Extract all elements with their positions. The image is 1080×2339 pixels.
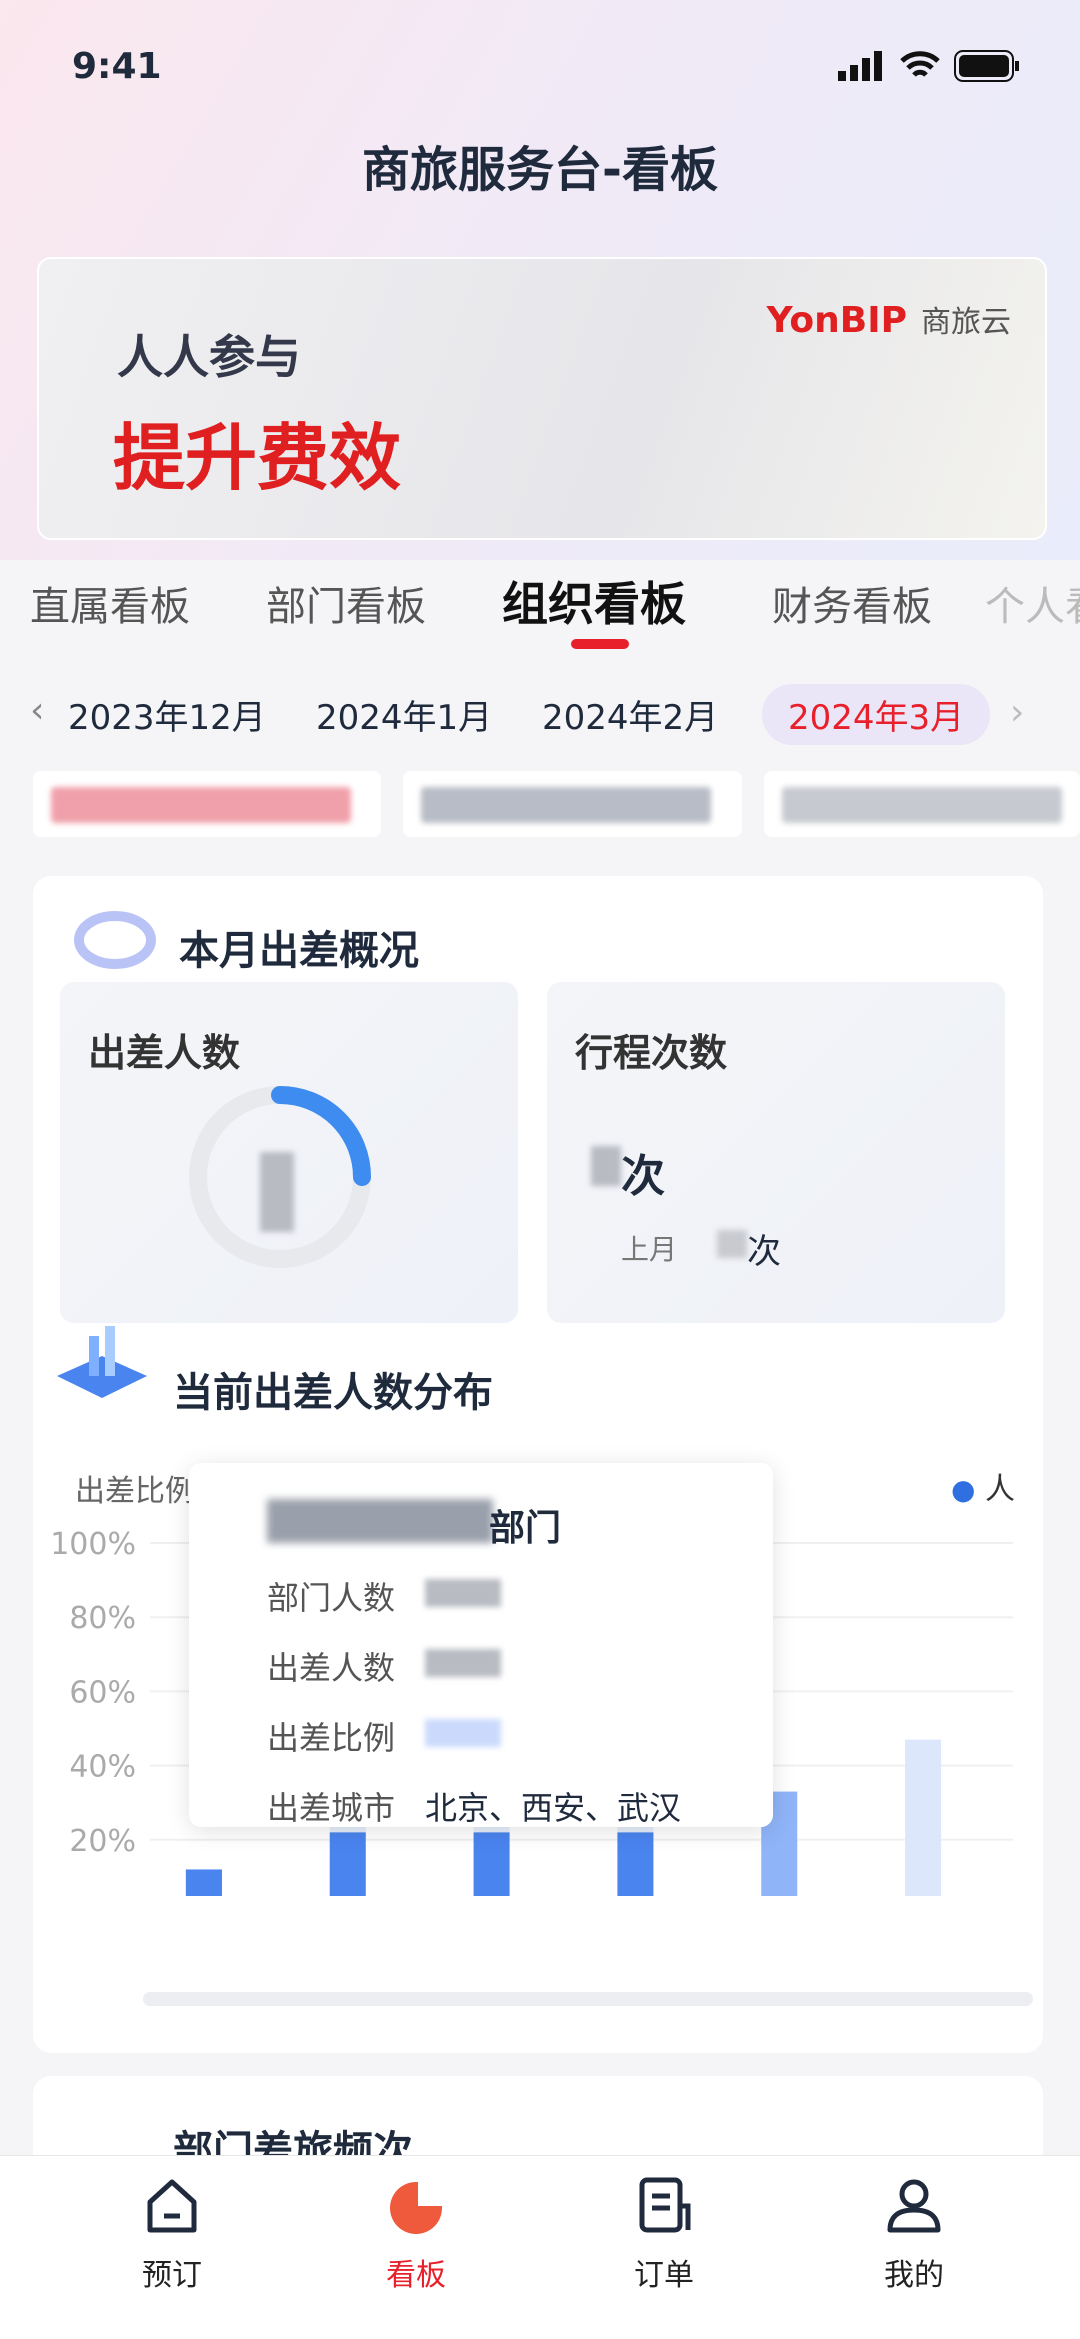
status-icons (838, 50, 1020, 82)
trips-unit: 次 (621, 1151, 665, 1202)
month-2024-01[interactable]: 2024年1月 (316, 690, 492, 739)
filter-chip[interactable] (764, 771, 1080, 837)
brand-logo: YonBIP 商旅云 (766, 300, 1011, 341)
tooltip-title: 部门 (489, 1508, 562, 1549)
distribution-icon (57, 1326, 147, 1398)
trips-card: 行程次数 次 上月 次 (547, 982, 1005, 1323)
page-title: 商旅服务台-看板 (362, 142, 718, 198)
promo-banner[interactable]: 人人参与 提升费效 YonBIP 商旅云 (37, 257, 1047, 540)
filter-chip[interactable] (33, 771, 381, 837)
month-2024-02[interactable]: 2024年2月 (542, 690, 718, 739)
last-month-redacted (717, 1230, 747, 1258)
tooltip-title-redacted (267, 1499, 493, 1543)
nav-dashboard[interactable]: 看板 (316, 2176, 516, 2294)
month-2023-12[interactable]: 2023年12月 (68, 690, 266, 739)
nav-profile[interactable]: 我的 (814, 2176, 1014, 2294)
last-month-label: 上月 (621, 1233, 678, 1266)
tooltip-key: 出差城市 (267, 1789, 396, 1827)
tab-organization[interactable]: 组织看板 (502, 568, 686, 634)
trips-label: 行程次数 (575, 1031, 728, 1075)
status-time: 9:41 (72, 46, 162, 87)
nav-book[interactable]: 预订 (72, 2176, 272, 2294)
overview-icon (74, 911, 156, 969)
distribution-title: 当前出差人数分布 (173, 1370, 493, 1416)
travelers-card: 出差人数 (60, 982, 518, 1323)
bottom-nav: 预订 看板 订单 我的 (0, 2155, 1080, 2339)
bar (185, 1869, 222, 1896)
y-tick-label: 80% (69, 1601, 136, 1636)
tooltip-key: 出差比例 (267, 1719, 396, 1757)
battery-icon (954, 50, 1019, 82)
chart-scrollbar[interactable] (143, 1992, 1033, 2006)
y-tick-label: 20% (69, 1824, 136, 1859)
bar (473, 1832, 510, 1896)
y-tick-label: 100% (50, 1527, 136, 1562)
bar (905, 1739, 942, 1896)
tooltip-value-redacted (425, 1649, 501, 1677)
tooltip-value-redacted (425, 1719, 501, 1747)
tooltip-value-redacted (425, 1579, 501, 1607)
chart-tooltip: 部门 部门人数 出差人数 出差比例 出差城市 北京、西安、武汉 (189, 1463, 773, 1827)
tab-direct[interactable]: 直属看板 (30, 574, 190, 632)
y-tick-label: 40% (69, 1750, 136, 1785)
tab-finance[interactable]: 财务看板 (772, 574, 932, 632)
banner-line1: 人人参与 (117, 330, 301, 384)
travelers-label: 出差人数 (88, 1031, 241, 1075)
tab-personal[interactable]: 个人看板 (985, 574, 1080, 632)
tooltip-cities: 北京、西安、武汉 (425, 1789, 682, 1827)
tab-department[interactable]: 部门看板 (266, 574, 426, 632)
active-tab-indicator (571, 639, 629, 649)
chevron-right-icon[interactable]: › (1010, 692, 1024, 733)
nav-orders[interactable]: 订单 (564, 2176, 764, 2294)
month-2024-03[interactable]: 2024年3月 (762, 684, 991, 745)
filter-chip[interactable] (403, 771, 742, 837)
user-icon (887, 2179, 941, 2233)
trips-value-redacted (591, 1146, 621, 1186)
wifi-icon (900, 51, 940, 77)
overview-title: 本月出差概况 (179, 928, 419, 974)
tooltip-key: 出差人数 (267, 1649, 396, 1687)
chevron-left-icon[interactable]: ‹ (30, 690, 44, 731)
y-tick-label: 60% (69, 1675, 136, 1710)
bar (617, 1832, 654, 1896)
signal-icon (838, 51, 882, 81)
tooltip-key: 部门人数 (267, 1579, 396, 1617)
bar (329, 1832, 366, 1896)
banner-line2: 提升费效 (113, 416, 402, 500)
travelers-value-redacted (260, 1152, 294, 1232)
home-icon (147, 2179, 197, 2233)
document-icon (639, 2177, 691, 2233)
last-month-unit: 次 (747, 1232, 781, 1272)
pie-chart-icon (390, 2180, 444, 2234)
